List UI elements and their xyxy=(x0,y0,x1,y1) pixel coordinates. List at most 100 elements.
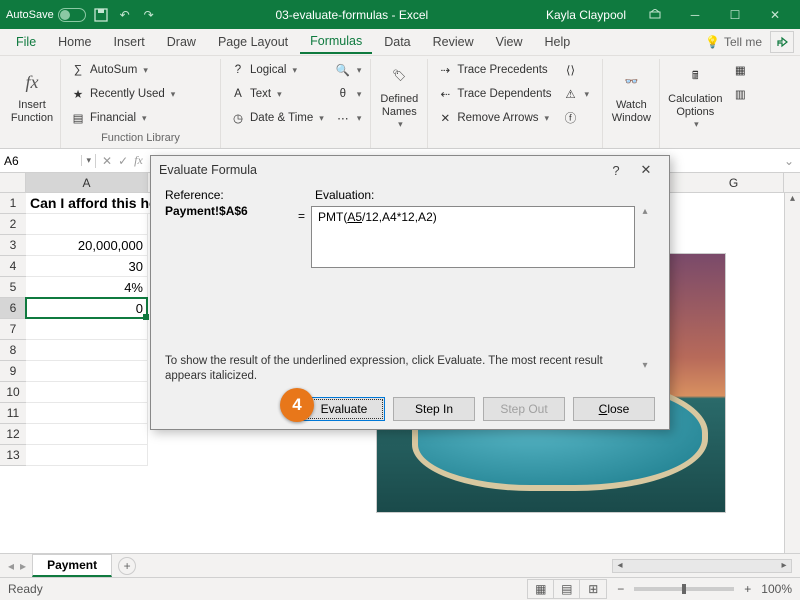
normal-view-icon[interactable]: ▦ xyxy=(528,580,554,598)
row-header-11[interactable]: 11 xyxy=(0,403,26,424)
sheet-tab-payment[interactable]: Payment xyxy=(32,554,112,577)
dialog-help-icon[interactable]: ? xyxy=(601,163,631,178)
cell-a10[interactable] xyxy=(26,382,148,403)
tab-file[interactable]: File xyxy=(6,31,46,53)
sheet-nav-prev-icon[interactable]: ◂ xyxy=(8,559,14,573)
cell-a6[interactable]: 0 xyxy=(26,298,148,319)
datetime-button[interactable]: ◷Date & Time▾ xyxy=(226,107,328,129)
cell-a7[interactable] xyxy=(26,319,148,340)
row-header-10[interactable]: 10 xyxy=(0,382,26,403)
chevron-down-icon[interactable]: ▾ xyxy=(545,113,550,124)
defined-names-button[interactable]: 🏷 Defined Names ▾ xyxy=(376,59,422,132)
row-header-5[interactable]: 5 xyxy=(0,277,26,298)
text-button[interactable]: AText▾ xyxy=(226,83,328,105)
close-button[interactable]: Close xyxy=(573,397,655,421)
chevron-down-icon[interactable]: ▾ xyxy=(142,113,147,124)
row-header-7[interactable]: 7 xyxy=(0,319,26,340)
sheet-nav-next-icon[interactable]: ▸ xyxy=(20,559,26,573)
tab-formulas[interactable]: Formulas xyxy=(300,30,372,54)
dialog-close-icon[interactable]: ✕ xyxy=(631,162,661,178)
chevron-down-icon[interactable]: ▾ xyxy=(143,65,148,76)
chevron-down-icon[interactable]: ▾ xyxy=(357,113,362,124)
scroll-down-icon[interactable]: ▾ xyxy=(637,360,653,376)
chevron-down-icon[interactable]: ▾ xyxy=(277,89,282,100)
tab-data[interactable]: Data xyxy=(374,31,420,53)
tell-me-search[interactable]: 💡 Tell me xyxy=(705,35,762,49)
col-header-a[interactable]: A xyxy=(26,173,148,192)
cancel-icon[interactable]: ✕ xyxy=(102,154,112,168)
lookup-button[interactable]: 🔍▾ xyxy=(331,59,366,81)
cell-a12[interactable] xyxy=(26,424,148,445)
trace-dependents-button[interactable]: ⇠Trace Dependents xyxy=(433,83,555,105)
cell-a8[interactable] xyxy=(26,340,148,361)
cell-a11[interactable] xyxy=(26,403,148,424)
chevron-down-icon[interactable]: ▾ xyxy=(81,155,91,166)
remove-arrows-button[interactable]: ✕Remove Arrows▾ xyxy=(433,107,555,129)
row-header-4[interactable]: 4 xyxy=(0,256,26,277)
cell-a4[interactable]: 30 xyxy=(26,256,148,277)
cell-a2[interactable] xyxy=(26,214,148,235)
row-header-1[interactable]: 1 xyxy=(0,193,26,214)
row-header-13[interactable]: 13 xyxy=(0,445,26,466)
row-header-6[interactable]: 6 xyxy=(0,298,26,319)
calc-sheet-button[interactable]: ▥ xyxy=(728,83,752,105)
tab-view[interactable]: View xyxy=(486,31,533,53)
zoom-slider[interactable] xyxy=(634,587,734,591)
tab-draw[interactable]: Draw xyxy=(157,31,206,53)
tab-review[interactable]: Review xyxy=(423,31,484,53)
calc-options-button[interactable]: 🖩 Calculation Options ▾ xyxy=(665,59,725,132)
chevron-down-icon[interactable]: ▾ xyxy=(319,113,324,124)
cell-a3[interactable]: 20,000,000 xyxy=(26,235,148,256)
more-functions-button[interactable]: ⋯▾ xyxy=(331,107,366,129)
enter-icon[interactable]: ✓ xyxy=(118,154,128,168)
cell-a5[interactable]: 4% xyxy=(26,277,148,298)
scroll-up-icon[interactable]: ▴ xyxy=(785,193,800,209)
tab-help[interactable]: Help xyxy=(535,31,581,53)
save-icon[interactable] xyxy=(92,6,110,24)
error-check-button[interactable]: ⚠▾ xyxy=(559,83,594,105)
toggle-off-icon[interactable] xyxy=(58,8,86,22)
maximize-icon[interactable]: ☐ xyxy=(716,3,754,27)
close-icon[interactable]: ✕ xyxy=(756,3,794,27)
page-layout-view-icon[interactable]: ▤ xyxy=(554,580,580,598)
scroll-right-icon[interactable]: ▸ xyxy=(777,560,791,572)
chevron-down-icon[interactable]: ▾ xyxy=(357,89,362,100)
autosum-button[interactable]: ∑AutoSum▾ xyxy=(66,59,179,81)
view-buttons[interactable]: ▦ ▤ ⊞ xyxy=(527,579,607,599)
expand-formula-bar-icon[interactable]: ⌄ xyxy=(778,154,800,168)
share-button[interactable] xyxy=(770,31,794,53)
step-in-button[interactable]: Step In xyxy=(393,397,475,421)
chevron-down-icon[interactable]: ▾ xyxy=(694,120,699,130)
row-header-2[interactable]: 2 xyxy=(0,214,26,235)
page-break-view-icon[interactable]: ⊞ xyxy=(580,580,606,598)
user-name[interactable]: Kayla Claypool xyxy=(546,8,626,22)
redo-icon[interactable]: ↷ xyxy=(140,6,158,24)
row-header-9[interactable]: 9 xyxy=(0,361,26,382)
horizontal-scrollbar[interactable]: ◂▸ xyxy=(612,559,792,573)
zoom-in-icon[interactable]: + xyxy=(744,582,751,596)
chevron-down-icon[interactable]: ▾ xyxy=(171,89,176,100)
row-header-3[interactable]: 3 xyxy=(0,235,26,256)
name-box[interactable]: A6 ▾ xyxy=(0,154,96,168)
select-all-corner[interactable] xyxy=(0,173,26,192)
chevron-down-icon[interactable]: ▾ xyxy=(585,89,590,100)
ribbon-options-icon[interactable] xyxy=(636,3,674,27)
zoom-out-icon[interactable]: − xyxy=(617,582,624,596)
row-header-12[interactable]: 12 xyxy=(0,424,26,445)
undo-icon[interactable]: ↶ xyxy=(116,6,134,24)
tab-insert[interactable]: Insert xyxy=(104,31,155,53)
add-sheet-button[interactable]: + xyxy=(118,557,136,575)
zoom-level[interactable]: 100% xyxy=(761,582,792,596)
minimize-icon[interactable]: ─ xyxy=(676,3,714,27)
chevron-down-icon[interactable]: ▾ xyxy=(357,65,362,76)
vertical-scrollbar[interactable]: ▴ xyxy=(784,193,800,553)
recently-used-button[interactable]: ★Recently Used▾ xyxy=(66,83,179,105)
trace-precedents-button[interactable]: ⇢Trace Precedents xyxy=(433,59,555,81)
evaluate-formula-button[interactable]: ⓕ xyxy=(559,107,594,129)
insert-function-button[interactable]: fx Insert Function xyxy=(9,59,55,132)
chevron-down-icon[interactable]: ▾ xyxy=(292,65,297,76)
dialog-scrollbar[interactable]: ▴▾ xyxy=(637,206,653,376)
financial-button[interactable]: ▤Financial▾ xyxy=(66,107,179,129)
tab-page-layout[interactable]: Page Layout xyxy=(208,31,298,53)
autosave-toggle[interactable]: AutoSave xyxy=(6,8,86,22)
